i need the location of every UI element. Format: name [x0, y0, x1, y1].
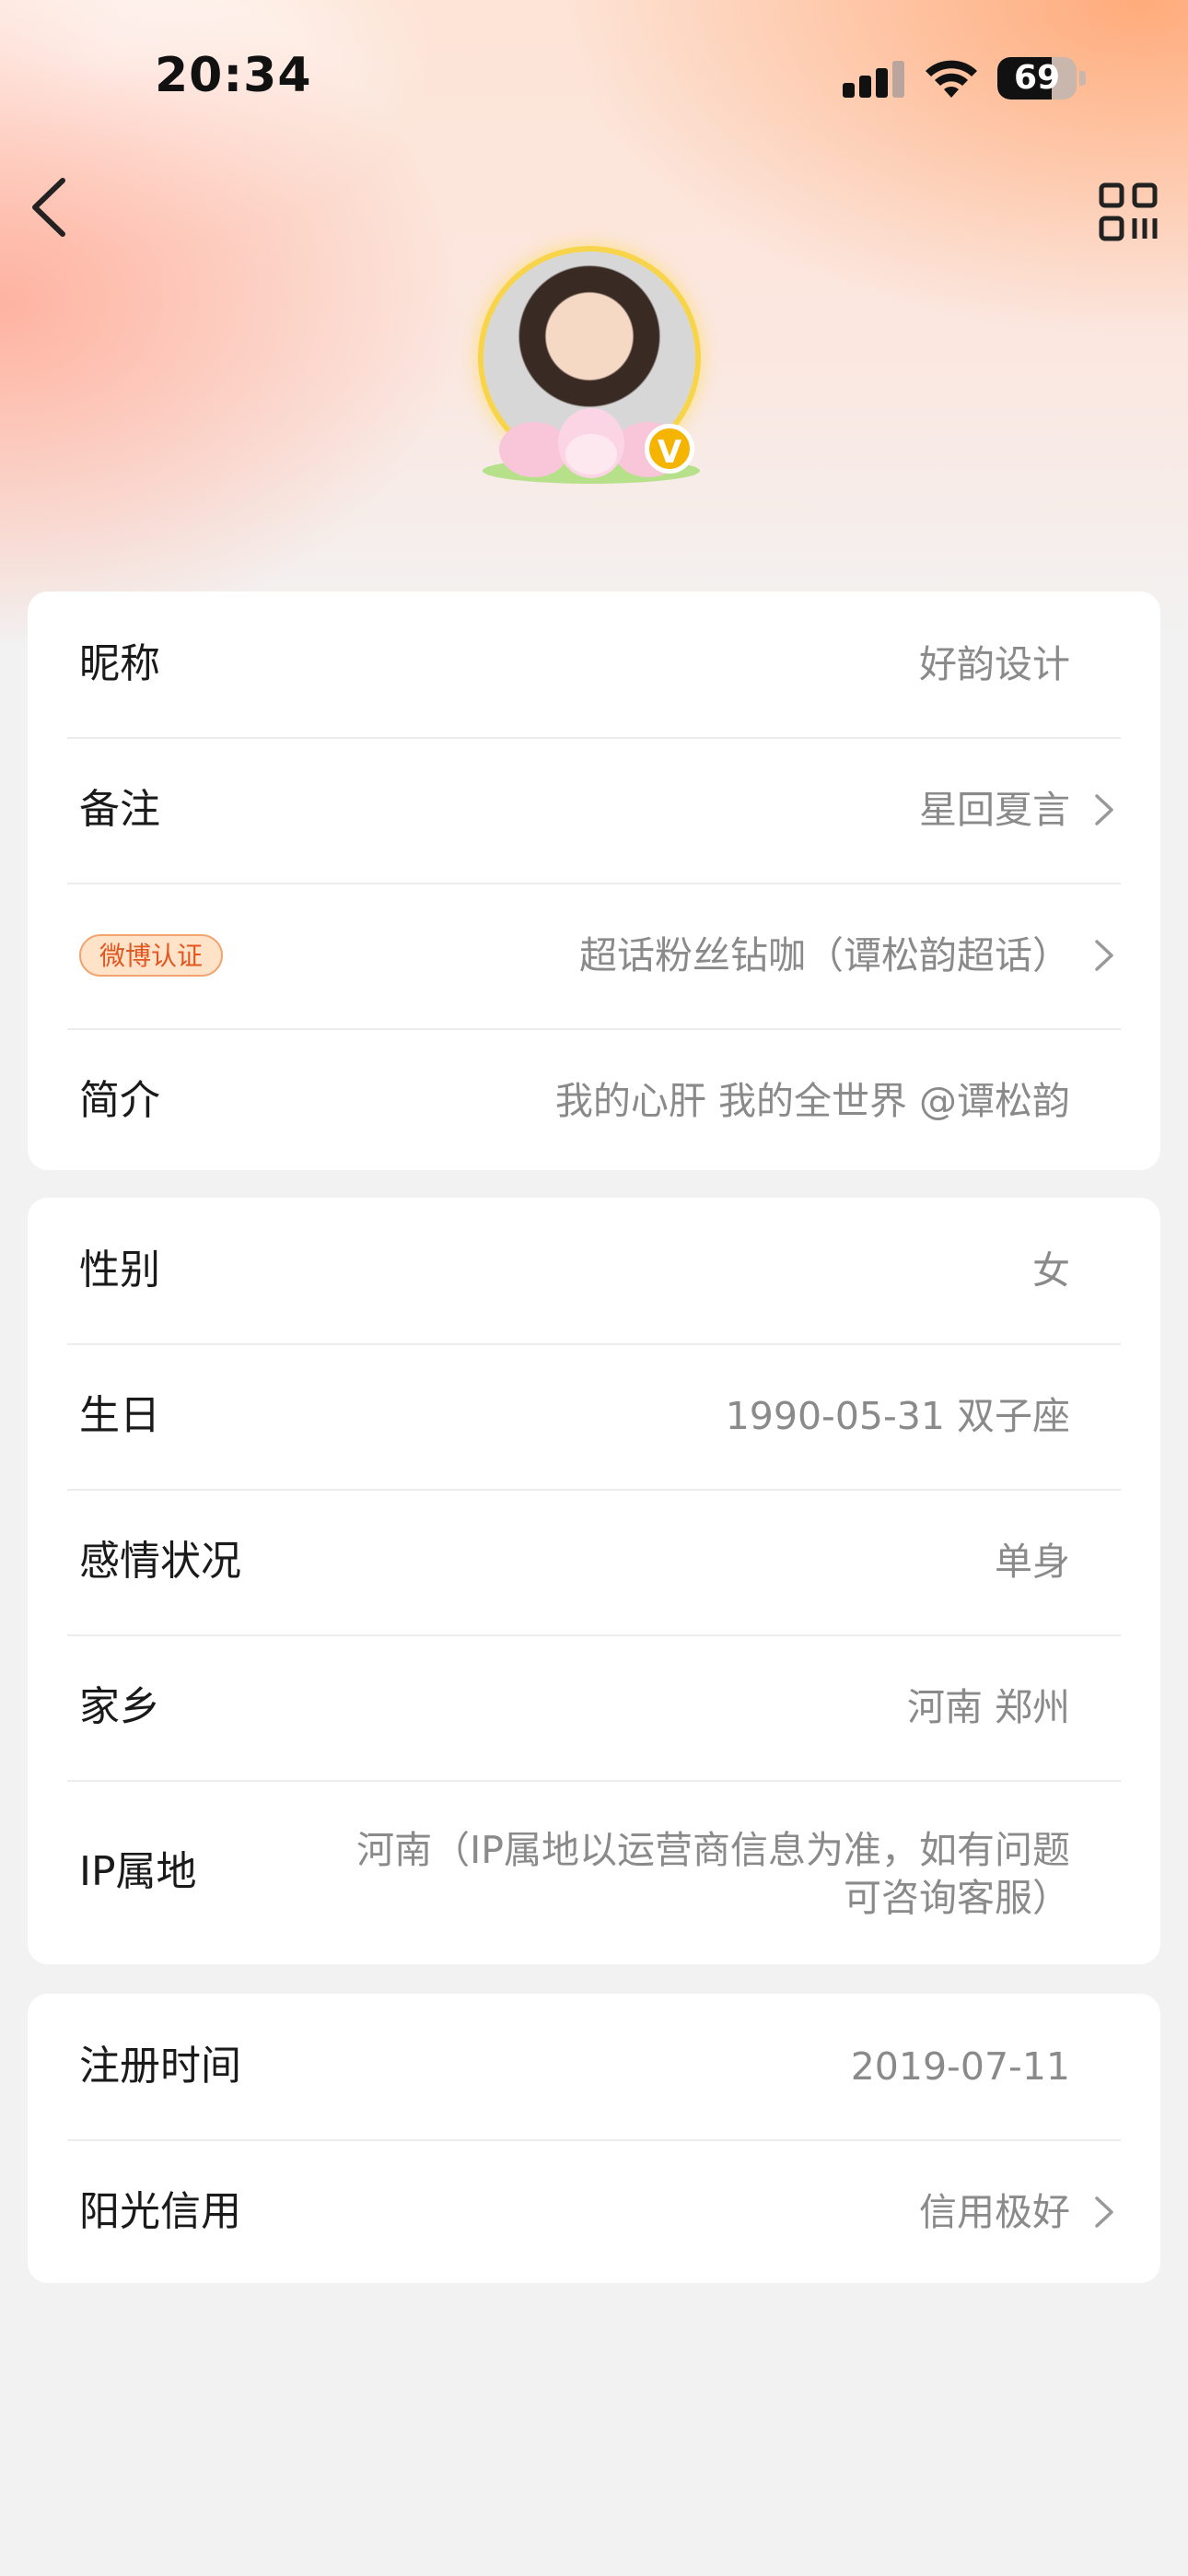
birthday-value: 1990-05-31 双子座: [725, 1394, 1070, 1438]
sunshine-credit-row[interactable]: 阳光信用 信用极好: [67, 2139, 1121, 2285]
hometown-value: 河南 郑州: [906, 1685, 1070, 1729]
hometown-label: 家乡: [79, 1683, 160, 1730]
relationship-value: 单身: [995, 1540, 1070, 1584]
wifi-icon: [926, 60, 977, 98]
remark-row[interactable]: 备注 星回夏言: [67, 737, 1121, 884]
gender-value: 女: [1032, 1248, 1070, 1293]
cellular-signal-icon: [843, 61, 904, 98]
weibo-verification-tag: 微博认证: [79, 934, 224, 977]
account-info-card: 注册时间 2019-07-11 阳光信用 信用极好: [28, 1994, 1160, 2283]
ip-location-label: IP属地: [79, 1848, 197, 1895]
bio-label: 简介: [79, 1077, 160, 1124]
status-time: 20:34: [155, 48, 312, 103]
verified-badge-icon: V: [645, 424, 694, 474]
chevron-left-icon: [32, 178, 65, 237]
gender-row: 性别 女: [67, 1198, 1121, 1345]
nickname-row: 昵称 好韵设计: [67, 591, 1121, 739]
bio-value: 我的心肝 我的全世界 @谭松韵: [554, 1079, 1070, 1123]
personal-details-card: 性别 女 生日 1990-05-31 双子座 感情状况 单身 家乡 河南 郑州 …: [28, 1198, 1160, 1964]
registration-date-label: 注册时间: [79, 2043, 241, 2090]
registration-date-row: 注册时间 2019-07-11: [67, 1994, 1121, 2141]
registration-date-value: 2019-07-11: [850, 2044, 1070, 2089]
nickname-value: 好韵设计: [919, 642, 1070, 686]
sunshine-credit-label: 阳光信用: [79, 2188, 241, 2235]
chevron-right-icon: [1095, 940, 1113, 971]
hometown-row: 家乡 河南 郑州: [67, 1634, 1121, 1782]
ip-location-value-line2: 可咨询客服）: [844, 1876, 1070, 1920]
birthday-label: 生日: [79, 1392, 160, 1439]
weibo-verification-value: 超话粉丝钻咖（谭松韵超话）: [579, 933, 1070, 978]
profile-info-card: 昵称 好韵设计 备注 星回夏言 微博认证 超话粉丝钻咖（谭松韵超话） 简介 我的…: [28, 591, 1160, 1170]
nickname-label: 昵称: [79, 640, 160, 687]
battery-level: 69: [1013, 59, 1061, 97]
ip-location-value: 河南（IP属地以运营商信息为准，如有问题 可咨询客服）: [287, 1826, 1070, 1922]
sunshine-credit-value: 信用极好: [919, 2190, 1070, 2234]
remark-label: 备注: [79, 786, 160, 833]
chevron-right-icon: [1095, 2196, 1113, 2228]
gender-label: 性别: [79, 1247, 160, 1294]
ip-location-value-line1: 河南（IP属地以运营商信息为准，如有问题: [356, 1828, 1070, 1872]
remark-value: 星回夏言: [919, 788, 1070, 832]
ip-location-row: IP属地 河南（IP属地以运营商信息为准，如有问题 可咨询客服）: [67, 1780, 1121, 1964]
weibo-verification-row[interactable]: 微博认证 超话粉丝钻咖（谭松韵超话）: [67, 883, 1121, 1030]
qr-code-button[interactable]: [1096, 180, 1160, 244]
birthday-row: 生日 1990-05-31 双子座: [67, 1343, 1121, 1491]
chevron-right-icon: [1095, 794, 1113, 825]
relationship-label: 感情状况: [79, 1538, 241, 1585]
back-button[interactable]: [20, 175, 85, 240]
relationship-row: 感情状况 单身: [67, 1489, 1121, 1636]
bio-row: 简介 我的心肝 我的全世界 @谭松韵: [67, 1028, 1121, 1174]
battery-icon: 69: [997, 57, 1086, 100]
avatar[interactable]: V: [479, 244, 709, 488]
qr-code-icon: [1099, 182, 1158, 241]
